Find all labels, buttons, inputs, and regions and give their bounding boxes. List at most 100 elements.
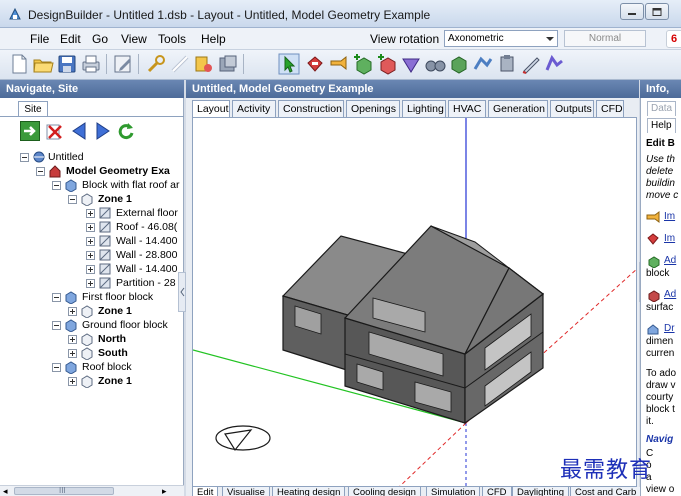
select-pointer-icon[interactable] — [278, 53, 300, 75]
wrench-icon[interactable] — [145, 53, 167, 75]
expand-icon[interactable] — [68, 335, 77, 344]
collapse-icon[interactable] — [36, 167, 45, 176]
horizontal-scrollbar[interactable]: ◂ III ▸ — [0, 485, 184, 496]
left-splitter-handle[interactable] — [178, 272, 186, 312]
collapse-icon[interactable] — [52, 293, 61, 302]
back-arrow-icon[interactable] — [70, 121, 90, 141]
scroll-right-icon[interactable]: ▸ — [162, 486, 167, 496]
transform-icon[interactable] — [472, 53, 494, 75]
delete-icon[interactable] — [44, 121, 64, 141]
tab-data[interactable]: Data — [647, 101, 677, 116]
tree-item-label: First floor block — [82, 291, 154, 303]
expand-icon[interactable] — [68, 349, 77, 358]
compass-icon[interactable] — [215, 425, 271, 452]
tab-openings[interactable]: Openings — [346, 100, 400, 117]
menu-help[interactable]: Help — [201, 32, 226, 46]
tab-visualise[interactable]: Visualise — [222, 487, 270, 496]
tab-layout[interactable]: Layout — [192, 100, 230, 118]
expand-icon[interactable] — [86, 265, 95, 274]
expand-icon[interactable] — [86, 251, 95, 260]
open-folder-icon[interactable] — [32, 53, 54, 75]
edit-icon[interactable] — [112, 53, 134, 75]
tab-edit[interactable]: Edit — [192, 487, 219, 496]
stamp-icon[interactable] — [496, 53, 518, 75]
expand-icon[interactable] — [86, 237, 95, 246]
tab-help[interactable]: Help — [647, 118, 676, 133]
forward-arrow-icon[interactable] — [92, 121, 112, 141]
collapse-icon[interactable] — [52, 321, 61, 330]
save-icon[interactable] — [56, 53, 78, 75]
display-mode-select[interactable]: Normal — [564, 30, 646, 47]
layout-panel: Layout Activity Construction Openings Li… — [186, 98, 642, 496]
draw-icon[interactable] — [544, 53, 566, 75]
tab-cfd[interactable]: CFD — [596, 100, 624, 117]
measure-icon[interactable] — [169, 53, 191, 75]
tab-site[interactable]: Site — [18, 101, 48, 117]
expand-icon[interactable] — [86, 223, 95, 232]
refresh-icon[interactable] — [116, 121, 136, 141]
import-icon — [646, 211, 660, 223]
notification-badge[interactable]: 6 — [666, 30, 681, 48]
go-forward-icon[interactable] — [20, 121, 40, 141]
tab-daylighting[interactable]: Daylighting — [512, 487, 569, 496]
site-icon — [33, 151, 45, 163]
menu-go[interactable]: Go — [92, 32, 108, 46]
menu-file[interactable]: File — [30, 32, 49, 46]
tab-outputs[interactable]: Outputs — [550, 100, 594, 117]
expand-icon[interactable] — [68, 307, 77, 316]
export-icon[interactable] — [328, 53, 350, 75]
expand-icon[interactable] — [86, 279, 95, 288]
zone-icon — [81, 193, 93, 206]
maximize-button[interactable] — [645, 3, 669, 20]
add-block-icon[interactable] — [352, 53, 374, 75]
tab-activity[interactable]: Activity — [232, 100, 276, 117]
zoom-icon[interactable] — [193, 53, 215, 75]
view-rotation-select[interactable]: Axonometric — [444, 30, 558, 47]
block-icon — [65, 319, 77, 332]
image-icon[interactable] — [217, 53, 239, 75]
menu-tools[interactable]: Tools — [158, 32, 186, 46]
surface-icon — [99, 263, 111, 275]
help-link-draw[interactable]: Dr — [664, 323, 675, 335]
import-icon[interactable] — [304, 53, 326, 75]
tab-generation[interactable]: Generation — [488, 100, 548, 117]
collapse-icon[interactable] — [68, 195, 77, 204]
help-link-import-2[interactable]: Im — [664, 233, 675, 245]
menu-edit[interactable]: Edit — [60, 32, 81, 46]
tab-cost-and-carbon[interactable]: Cost and Carb — [570, 487, 642, 496]
minimize-button[interactable] — [620, 3, 644, 20]
tab-hvac[interactable]: HVAC — [448, 100, 486, 117]
help-link-add-block[interactable]: Ad — [664, 255, 676, 267]
menu-view[interactable]: View — [121, 32, 147, 46]
model-viewport[interactable] — [192, 117, 637, 487]
help-link-add-surface[interactable]: Ad — [664, 289, 676, 301]
scrollbar-thumb[interactable]: III — [14, 486, 114, 495]
add-outline-icon[interactable] — [376, 53, 398, 75]
tab-construction[interactable]: Construction — [278, 100, 344, 117]
tab-cooling-design[interactable]: Cooling design — [348, 487, 421, 496]
pen-icon[interactable] — [520, 53, 542, 75]
tab-cfd-bottom[interactable]: CFD — [482, 487, 512, 496]
collapse-icon[interactable] — [52, 181, 61, 190]
add-plane-icon[interactable] — [400, 53, 422, 75]
print-icon[interactable] — [80, 53, 102, 75]
help-link-suffix: surfac — [646, 302, 674, 313]
binoculars-icon[interactable] — [424, 53, 446, 75]
navigate-site-panel: Site Untitled Model Geometry Exa Block w… — [0, 98, 184, 496]
expand-icon[interactable] — [68, 377, 77, 386]
zone-icon — [81, 305, 93, 318]
model-geometry-view[interactable] — [193, 118, 637, 487]
expand-icon[interactable] — [86, 209, 95, 218]
component-icon[interactable] — [448, 53, 470, 75]
tab-heating-design[interactable]: Heating design — [272, 487, 346, 496]
zone-icon — [81, 333, 93, 346]
tree-item-label: Wall - 14.400 — [116, 235, 178, 247]
new-file-icon[interactable] — [8, 53, 30, 75]
tab-lighting[interactable]: Lighting — [402, 100, 446, 117]
help-link-import[interactable]: Im — [664, 211, 675, 223]
tree-item-label: Ground floor block — [82, 319, 168, 331]
scroll-left-icon[interactable]: ◂ — [3, 486, 8, 496]
collapse-icon[interactable] — [20, 153, 29, 162]
collapse-icon[interactable] — [52, 363, 61, 372]
tab-simulation[interactable]: Simulation — [426, 487, 481, 496]
